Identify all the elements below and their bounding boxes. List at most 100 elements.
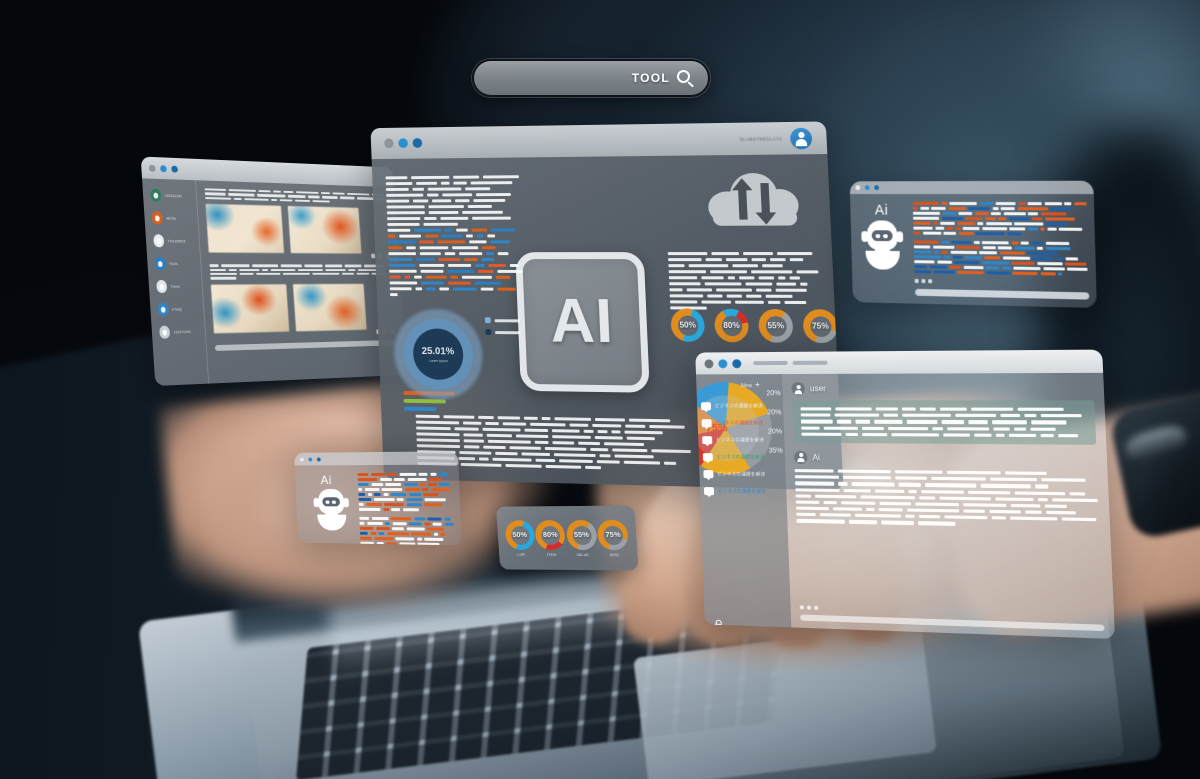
tool-search-bar[interactable]: TOOL	[472, 59, 710, 97]
window-close-dot[interactable]	[855, 185, 861, 191]
message-card-user	[792, 400, 1097, 445]
main-titlebar: 5LABS795GL174	[370, 121, 828, 160]
new-chat-button[interactable]: New +	[741, 380, 760, 389]
sidebar-item-5[interactable]: eTraQ	[157, 302, 204, 316]
window-minimize-dot[interactable]	[864, 185, 870, 191]
main-brand: 5LABS795GL174	[739, 127, 813, 149]
window-maximize-dot[interactable]	[412, 138, 423, 148]
thumbnail-row[interactable]	[205, 204, 393, 254]
gauge-row[interactable]: 50% 80% 55% 75%	[670, 308, 839, 344]
ai-traffic-lights[interactable]	[855, 185, 880, 191]
gauge-donut[interactable]: 80%	[534, 519, 567, 550]
list-item[interactable]: ビジネスの課題を解決	[700, 402, 783, 411]
gauge-cell[interactable]: 80% ITEM	[534, 519, 567, 557]
search-icon[interactable]	[677, 69, 695, 88]
chat-history-list[interactable]: ビジネスの課題を解決 ビジネスの課題を解決 ビジネスの課題を解決 ビジネスの課題…	[700, 402, 787, 496]
list-item[interactable]: ビジネスの課題を解決	[702, 453, 785, 462]
gallery-scrollbar[interactable]	[214, 339, 399, 351]
gauge-cell[interactable]: 50% LOR	[504, 519, 536, 557]
sidebar-item-0[interactable]: 123242342	[150, 188, 196, 203]
gauge-label: LOR	[517, 552, 526, 557]
cloud-sync-icon	[707, 169, 802, 226]
ai-input-field[interactable]	[914, 288, 1090, 300]
thumbnail-row[interactable]	[210, 283, 398, 334]
gauge-value: 80%	[723, 320, 740, 331]
gauge-value: 80%	[542, 530, 558, 539]
user-badge-icon	[154, 257, 166, 271]
gauge-cell[interactable]: 75% APIS	[596, 519, 630, 557]
chat-titlebar	[695, 349, 1104, 375]
gauge-cell[interactable]: 55% VALUE	[565, 519, 598, 557]
user-badge-icon	[151, 211, 163, 225]
window-close-dot[interactable]	[148, 164, 156, 172]
thumbnail-image[interactable]	[292, 283, 367, 332]
window-maximize-dot[interactable]	[732, 358, 742, 368]
code-text-left	[387, 228, 525, 297]
gauge-donut[interactable]: 75%	[802, 309, 839, 344]
thumbnail-image[interactable]	[205, 204, 285, 254]
list-item[interactable]: ビジネスの課題を解決	[701, 419, 784, 428]
ai-chat-bubble-top[interactable]: Ai	[849, 180, 1097, 309]
legend-entry-1	[485, 329, 521, 336]
plus-icon: +	[754, 380, 761, 390]
user-avatar-icon[interactable]	[789, 127, 813, 149]
message-body-ai	[794, 469, 1100, 528]
chat-tabs[interactable]	[753, 360, 828, 366]
brand-text: 5LABS795GL174	[739, 135, 783, 142]
gauge-donut[interactable]: 55%	[757, 308, 794, 343]
sidebar-item-label: 123242342	[164, 193, 183, 198]
pie-legend	[484, 317, 521, 336]
gallery-traffic-lights[interactable]	[148, 164, 179, 173]
pie-chart[interactable]: 25.01% Lorem ipsum	[390, 305, 521, 415]
window-minimize-dot[interactable]	[718, 358, 728, 368]
window-maximize-dot[interactable]	[171, 165, 179, 173]
gauge-donut[interactable]: 50%	[504, 519, 536, 550]
gallery-window[interactable]: 123242342 4879b Threat5526 TSOs Trend eT…	[140, 156, 407, 386]
sidebar-item-label: eTraQ	[171, 307, 182, 312]
window-minimize-dot[interactable]	[308, 457, 313, 462]
thumbnail-image[interactable]	[210, 283, 290, 334]
gauge-donut[interactable]: 50%	[670, 308, 706, 342]
gauge-donut[interactable]: 80%	[713, 308, 750, 343]
sidebar-item-6[interactable]: 123471000	[159, 325, 205, 339]
gauge-donut[interactable]: 55%	[565, 519, 598, 550]
gallery-actions[interactable]	[209, 253, 393, 259]
gauge-panel[interactable]: 50% LOR 80% ITEM 55% VALUE 75% APIS	[495, 505, 639, 571]
window-minimize-dot[interactable]	[159, 164, 167, 172]
gauge-label: VALUE	[576, 552, 590, 557]
sidebar-item-3[interactable]: TSOs	[154, 257, 201, 271]
message-header-user: user	[791, 381, 1094, 396]
sidebar-item-2[interactable]: Threat5526	[153, 234, 199, 248]
ai-body: Ai	[850, 194, 1097, 307]
gauge-label: APIS	[609, 552, 620, 557]
robot-icon	[313, 488, 349, 531]
chat-sidebar[interactable]: 75% New + 20% 20% 20% 35% ビジネスの課題を解決 ビジネス…	[695, 374, 792, 628]
chat-window[interactable]: 75% New + 20% 20% 20% 35% ビジネスの課題を解決 ビジネス…	[695, 349, 1116, 639]
window-minimize-dot[interactable]	[398, 138, 409, 149]
window-close-dot[interactable]	[704, 358, 714, 368]
ai-actions[interactable]	[914, 278, 1089, 286]
window-maximize-dot[interactable]	[874, 185, 880, 191]
main-traffic-lights[interactable]	[384, 138, 423, 149]
sidebar-item-1[interactable]: 4879b	[151, 211, 198, 225]
window-close-dot[interactable]	[299, 457, 304, 462]
ai-chat-bubble-bottom[interactable]: Ai	[294, 451, 462, 546]
code-block	[357, 472, 454, 512]
chat-action-dots[interactable]	[799, 605, 819, 610]
message-sender: Ai	[812, 452, 821, 463]
window-close-dot[interactable]	[384, 138, 394, 149]
sidebar-item-4[interactable]: Trend	[156, 279, 202, 293]
ai-traffic-lights[interactable]	[299, 457, 321, 462]
list-item[interactable]: ビジネスの課題を解決	[703, 487, 787, 496]
window-maximize-dot[interactable]	[316, 457, 321, 461]
user-badge-icon	[157, 302, 169, 316]
chat-traffic-lights[interactable]	[704, 358, 742, 368]
list-item[interactable]: ビジネスの課題を解決	[702, 436, 784, 445]
ai-code-area	[912, 201, 1090, 300]
chat-bubble-icon	[700, 402, 712, 411]
thumbnail-image[interactable]	[287, 206, 362, 254]
gauge-donut[interactable]: 75%	[596, 519, 630, 550]
placeholder-text	[209, 264, 394, 280]
gauge-value: 50%	[679, 320, 697, 330]
list-item[interactable]: ビジネスの課題を解決	[703, 470, 786, 479]
